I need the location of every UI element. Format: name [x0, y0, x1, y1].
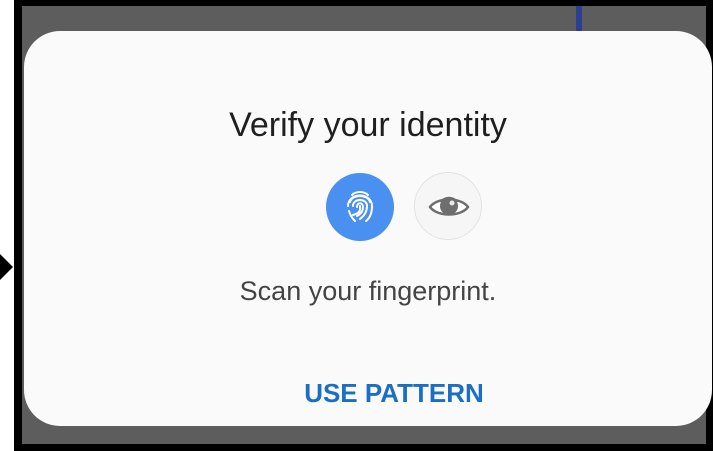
pointer-arrow-icon	[0, 254, 13, 280]
iris-option-button[interactable]	[414, 172, 482, 240]
eye-icon	[428, 196, 470, 216]
instruction-text: Scan your fingerprint.	[239, 276, 497, 306]
biometric-options	[326, 172, 486, 242]
verify-identity-dialog: Verify your identity Scan your fingerpri…	[24, 31, 712, 426]
fingerprint-option-button[interactable]	[326, 173, 394, 241]
use-pattern-button[interactable]: USE PATTERN	[294, 373, 494, 413]
fingerprint-icon	[347, 191, 374, 222]
dialog-title: Verify your identity	[229, 106, 507, 144]
